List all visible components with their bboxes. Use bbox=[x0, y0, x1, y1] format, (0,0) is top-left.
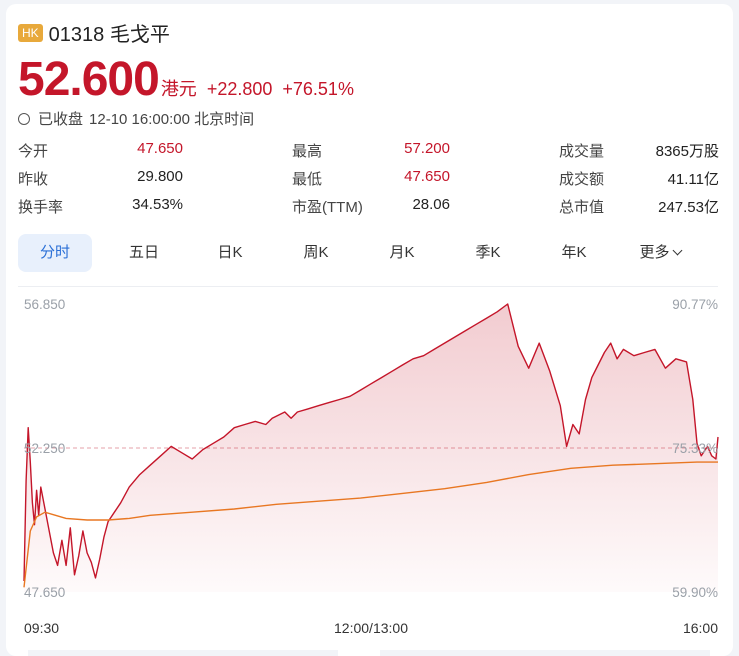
y-tick-label-right: 90.77% bbox=[672, 297, 718, 312]
price-area bbox=[24, 304, 718, 592]
y-tick-label-left: 47.650 bbox=[24, 585, 65, 600]
bottom-card-edge bbox=[28, 650, 338, 656]
y-tick-label-left: 56.850 bbox=[24, 297, 65, 312]
x-tick-label: 12:00/13:00 bbox=[334, 620, 408, 636]
x-tick-label: 09:30 bbox=[24, 620, 59, 636]
intraday-chart: 56.850 52.250 47.650 90.77% 75.33% 59.90% 09:3… bbox=[23, 297, 719, 636]
bottom-card-edge bbox=[380, 650, 710, 656]
y-tick-label-left: 52.250 bbox=[24, 441, 65, 456]
y-tick-label-right: 59.90% bbox=[672, 585, 718, 600]
x-tick-label: 16:00 bbox=[683, 620, 718, 636]
y-tick-label-right: 75.33% bbox=[672, 441, 718, 456]
